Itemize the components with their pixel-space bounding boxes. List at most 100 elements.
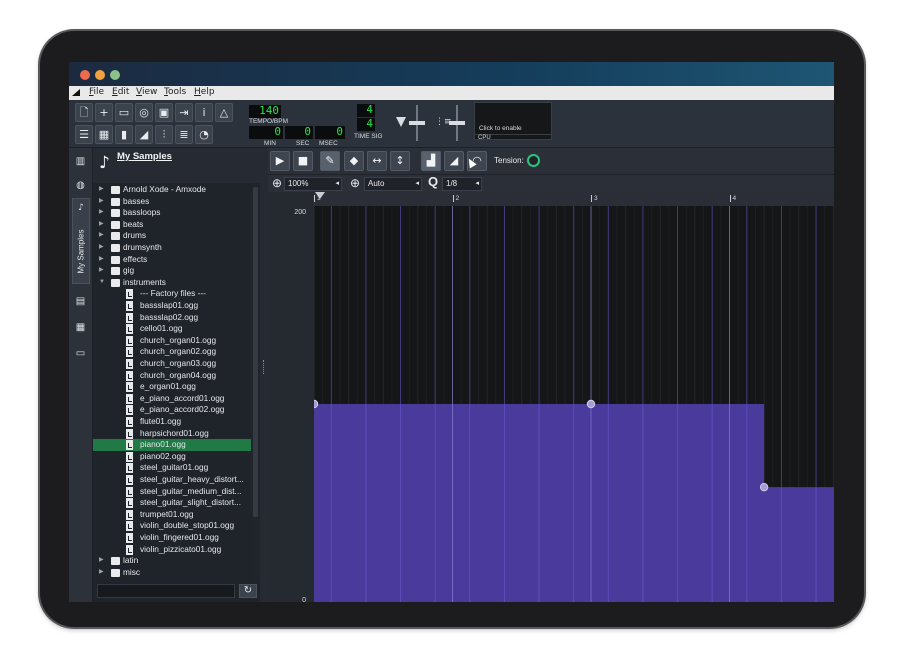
browser-filter-input[interactable]	[97, 584, 235, 598]
chevron-right-icon[interactable]: ▶	[99, 567, 105, 579]
file-row[interactable]: violin_fingered01.ogg	[93, 532, 251, 544]
file-row[interactable]: flute01.ogg	[93, 416, 251, 428]
folder-row[interactable]: ▶ drums	[93, 230, 251, 242]
automation-point[interactable]	[759, 482, 769, 492]
presets-icon[interactable]: ▤	[75, 296, 86, 307]
file-row[interactable]: e_piano_accord02.ogg	[93, 404, 251, 416]
automation-graph[interactable]	[314, 206, 834, 602]
refresh-icon[interactable]: ↻	[239, 584, 257, 598]
file-row[interactable]: --- Factory files ---	[93, 288, 251, 300]
quantize-select[interactable]: 1/8 ◂	[442, 177, 482, 191]
automation-editor-button[interactable]: ◢	[135, 125, 153, 144]
projects-icon[interactable]: ◍	[75, 180, 86, 191]
file-row[interactable]: violin_double_stop01.ogg	[93, 520, 251, 532]
instrument-plugins-icon[interactable]: ▥	[75, 156, 86, 167]
file-row[interactable]: church_organ01.ogg	[93, 335, 251, 347]
file-row[interactable]: e_piano_accord01.ogg	[93, 393, 251, 405]
timeline-ruler[interactable]: 1 2 3 4	[313, 192, 834, 206]
folder-row[interactable]: ▼ instruments	[93, 277, 251, 289]
flip-horizontal-icon[interactable]: ↔	[367, 151, 387, 171]
folder-row[interactable]: ▶ bassloops	[93, 207, 251, 219]
folder-row[interactable]: ▶ beats	[93, 219, 251, 231]
draw-mode-pencil-icon[interactable]: ✎	[320, 151, 340, 171]
chevron-right-icon[interactable]: ▶	[99, 196, 105, 208]
open-project-button[interactable]: ▭	[115, 103, 133, 122]
file-row[interactable]: church_organ03.ogg	[93, 358, 251, 370]
maximize-window-button[interactable]	[110, 70, 120, 80]
folder-row[interactable]: ▶ Arnold Xode - Amxode	[93, 184, 251, 196]
folder-row[interactable]: ▶ misc	[93, 567, 251, 579]
file-row[interactable]: steel_guitar_heavy_distort...	[93, 474, 251, 486]
file-row[interactable]: church_organ04.ogg	[93, 370, 251, 382]
song-editor-button[interactable]: ☰	[75, 125, 93, 144]
stop-icon[interactable]: ■	[293, 151, 313, 171]
time-signature-numerator[interactable]: 4	[357, 104, 375, 117]
file-row[interactable]: cello01.ogg	[93, 323, 251, 335]
chevron-right-icon[interactable]: ▶	[99, 219, 105, 231]
folder-row[interactable]: ▶ gig	[93, 265, 251, 277]
automation-point[interactable]	[586, 399, 596, 409]
piano-roll-button[interactable]: ▮	[115, 125, 133, 144]
chevron-right-icon[interactable]: ▶	[99, 254, 105, 266]
tension-knob[interactable]	[527, 154, 540, 167]
chevron-right-icon[interactable]: ▶	[99, 555, 105, 567]
tempo-display[interactable]: 140	[249, 105, 281, 118]
folder-row[interactable]: ▶ latin	[93, 555, 251, 567]
browser-scrollbar-thumb[interactable]	[253, 187, 258, 517]
file-row[interactable]: steel_guitar_slight_distort...	[93, 497, 251, 509]
linear-progression-icon[interactable]: ◢	[444, 151, 464, 171]
menu-edit[interactable]: Edit	[112, 87, 129, 97]
automation-point[interactable]	[314, 399, 319, 409]
folder-row[interactable]: ▶ basses	[93, 196, 251, 208]
chevron-right-icon[interactable]: ▶	[99, 207, 105, 219]
erase-mode-icon[interactable]: ◆	[344, 151, 364, 171]
panel-splitter[interactable]	[260, 148, 268, 602]
new-project-button[interactable]: 🗋	[75, 103, 93, 122]
minimize-window-button[interactable]	[95, 70, 105, 80]
file-row[interactable]: church_organ02.ogg	[93, 346, 251, 358]
file-row[interactable]: steel_guitar01.ogg	[93, 462, 251, 474]
chevron-right-icon[interactable]: ▶	[99, 230, 105, 242]
new-from-template-button[interactable]: +	[95, 103, 113, 122]
master-volume-handle[interactable]	[409, 121, 425, 125]
export-button[interactable]: ⇥	[175, 103, 193, 122]
file-row[interactable]: bassslap02.ogg	[93, 312, 251, 324]
folder-row[interactable]: ▶ effects	[93, 254, 251, 266]
close-window-button[interactable]	[80, 70, 90, 80]
menu-view[interactable]: View	[136, 87, 157, 97]
flip-vertical-icon[interactable]: ↕	[390, 151, 410, 171]
pattern-editor-button[interactable]: ▦	[95, 125, 113, 144]
folder-row[interactable]: ▶ drumsynth	[93, 242, 251, 254]
file-row[interactable]: e_organ01.ogg	[93, 381, 251, 393]
chevron-right-icon[interactable]: ▶	[99, 265, 105, 277]
file-row[interactable]: piano02.ogg	[93, 451, 251, 463]
controller-rack-button[interactable]: ◔	[195, 125, 213, 144]
menu-help[interactable]: Help	[194, 87, 215, 97]
chevron-down-icon[interactable]: ▼	[99, 277, 105, 289]
file-row[interactable]: harpsichord01.ogg	[93, 428, 251, 440]
file-row[interactable]: steel_guitar_medium_dist...	[93, 486, 251, 498]
play-icon[interactable]: ▶	[270, 151, 290, 171]
chevron-right-icon[interactable]: ▶	[99, 184, 105, 196]
file-row[interactable]: bassslap01.ogg	[93, 300, 251, 312]
zoom-y-select[interactable]: Auto ◂	[364, 177, 422, 191]
file-row[interactable]: violin_pizzicato01.ogg	[93, 544, 251, 556]
metronome-icon[interactable]: △	[215, 103, 233, 122]
file-row[interactable]: trumpet01.ogg	[93, 509, 251, 521]
menu-tools[interactable]: Tools	[164, 87, 186, 97]
file-row[interactable]: piano01.ogg	[93, 439, 251, 451]
tab-my-samples[interactable]: ♪ My Samples	[72, 198, 90, 284]
cpu-meter[interactable]: Click to enable CPU	[474, 102, 552, 141]
mixer-button[interactable]: ⫶	[155, 125, 173, 144]
discrete-progression-icon[interactable]: ▟	[421, 151, 441, 171]
computer-icon[interactable]: ▭	[75, 348, 86, 359]
save-project-button[interactable]: ▣	[155, 103, 173, 122]
home-icon[interactable]: ▦	[75, 322, 86, 333]
info-icon[interactable]: i	[195, 103, 213, 122]
time-signature-denominator[interactable]: 4	[357, 118, 375, 131]
chevron-right-icon[interactable]: ▶	[99, 242, 105, 254]
master-pitch-handle[interactable]	[449, 121, 465, 125]
recent-projects-button[interactable]: ◎	[135, 103, 153, 122]
browser-scrollbar[interactable]	[251, 183, 260, 583]
menu-file[interactable]: File	[89, 87, 104, 97]
